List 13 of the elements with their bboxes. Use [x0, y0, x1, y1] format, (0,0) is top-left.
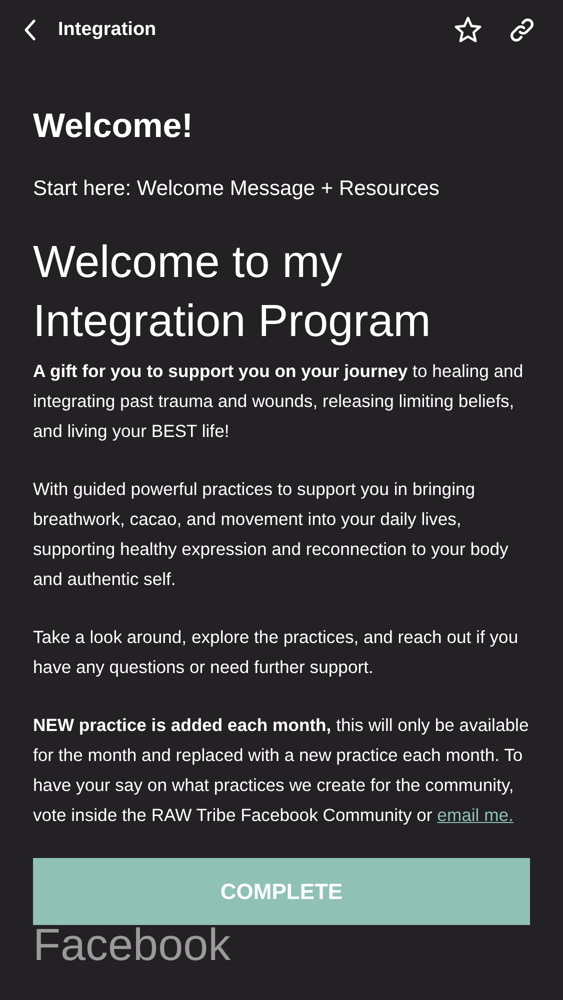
email-link[interactable]: email me.	[437, 805, 514, 825]
lesson-subtitle: Start here: Welcome Message + Resources	[33, 176, 440, 202]
paragraph: Take a look around, explore the practices, and reach out if you have any questions or need further support.	[33, 626, 520, 679]
page-title: Integration	[58, 19, 156, 41]
paragraph: With guided powerful practices to support you in bringing breathwork, cacao, and movement into your daily lives, supporting healthy expression and reconnection to your body and authentic self.	[33, 478, 510, 591]
favorite-button[interactable]	[453, 15, 483, 45]
section-heading: Facebook	[33, 925, 232, 965]
paragraph: NEW practice is added each month, this will only be available for the month and replaced with a new practice each month. To have your say on what practices we create for the community, vote inside the RAW Tribe Facebook Community or email me.	[33, 714, 530, 827]
back-icon	[22, 19, 38, 41]
paragraph: A gift for you to support you on your journey to healing and integrating past trauma and wounds, releasing limiting beliefs, and living your BEST life!	[33, 360, 524, 443]
section-heading: Welcome to my Integration Program	[33, 235, 432, 348]
lesson-title: Welcome!	[33, 106, 194, 147]
star-icon	[453, 15, 483, 45]
